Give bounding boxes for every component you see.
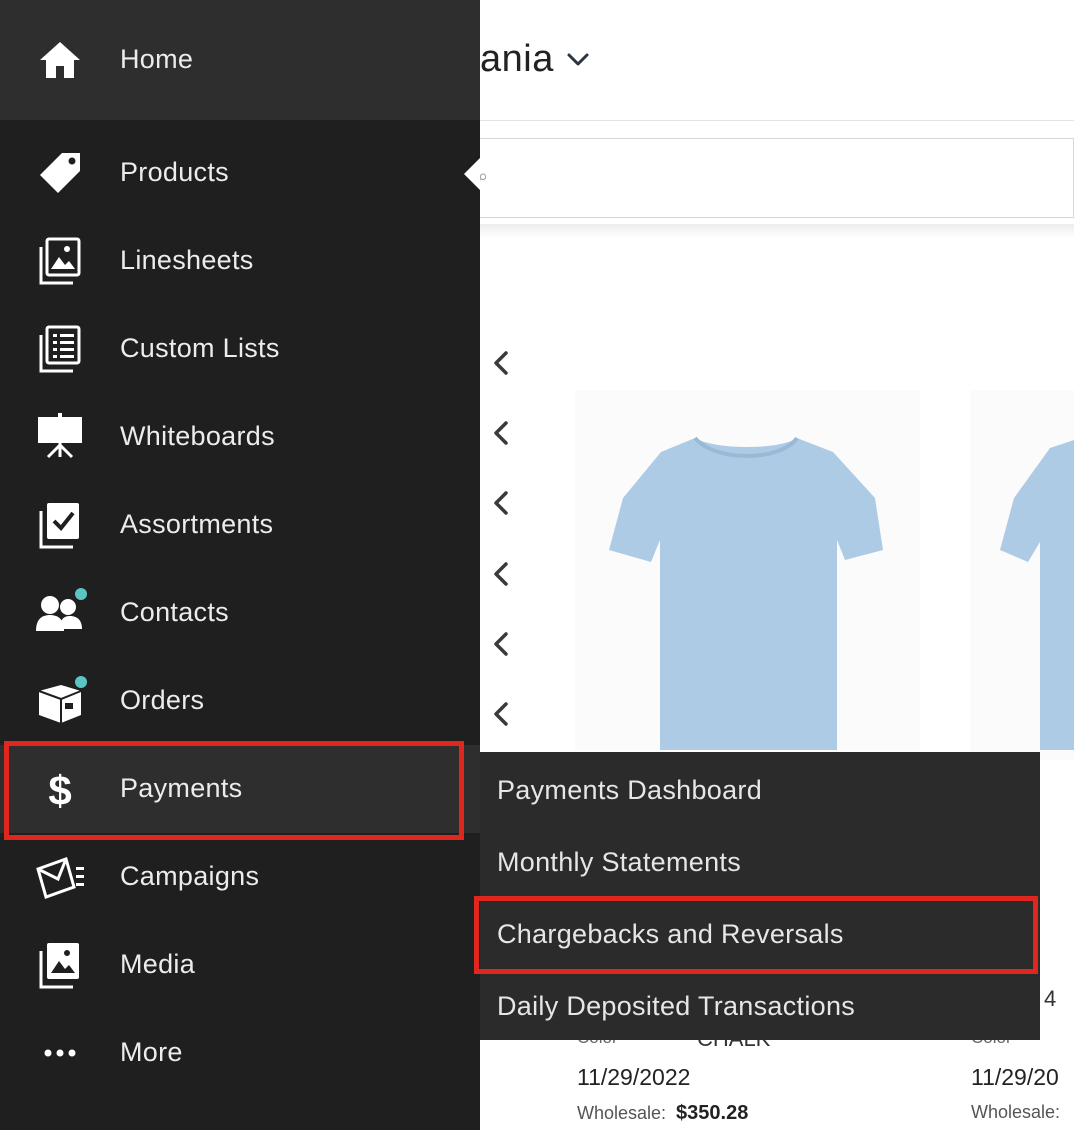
whiteboard-icon (34, 411, 86, 463)
submenu-item-monthly-statements[interactable]: Monthly Statements (480, 826, 1040, 898)
submenu-item-daily-deposited-transactions[interactable]: Daily Deposited Transactions (480, 970, 1040, 1042)
active-caret (464, 158, 480, 190)
product-number: 4 (1044, 986, 1057, 1011)
sidebar-item-label: Products (120, 157, 229, 187)
more-icon (34, 1027, 86, 1079)
highlight-box-chargebacks (474, 896, 1038, 974)
chevron-left-icon[interactable] (490, 631, 512, 657)
header-divider (480, 120, 1074, 121)
sidebar-item-whiteboards[interactable]: Whiteboards (0, 393, 480, 481)
sidebar-item-media[interactable]: Media (0, 921, 480, 1009)
sidebar-item-label: Contacts (120, 597, 229, 627)
wholesale-label: Wholesale: (577, 1103, 667, 1123)
chevron-left-icon[interactable] (490, 350, 512, 376)
sidebar-item-label: Media (120, 949, 196, 979)
page-title: ania (480, 38, 554, 80)
search-bar[interactable] (480, 138, 1074, 218)
sidebar-item-products[interactable]: Products (0, 129, 480, 217)
product-date: 11/29/2022 (577, 1064, 691, 1090)
media-icon (34, 939, 86, 991)
assortments-icon (34, 499, 86, 551)
sidebar-item-label: Whiteboards (120, 421, 275, 451)
sidebar-item-label: Assortments (120, 509, 274, 539)
sidebar-item-label: Linesheets (120, 245, 254, 275)
campaign-icon (34, 851, 86, 903)
chevron-left-icon[interactable] (490, 490, 512, 516)
wholesale-price: $350.28 (676, 1102, 749, 1124)
product-image[interactable] (575, 390, 920, 750)
highlight-box-payments (4, 741, 464, 840)
sidebar-item-assortments[interactable]: Assortments (0, 481, 480, 569)
sidebar: Home Products Linesheets Custom Lists Wh… (0, 0, 480, 1130)
list-icon (34, 323, 86, 375)
submenu-item-label: Payments Dashboard (497, 774, 763, 805)
sidebar-item-label: More (120, 1037, 183, 1067)
submenu-item-payments-dashboard[interactable]: Payments Dashboard (480, 754, 1040, 826)
toolbar-shadow (480, 224, 1074, 238)
product-date: 11/29/20 (971, 1064, 1059, 1090)
product-image[interactable] (970, 390, 1074, 760)
sidebar-item-label: Orders (120, 685, 205, 715)
sidebar-item-campaigns[interactable]: Campaigns (0, 833, 480, 921)
sidebar-item-custom-lists[interactable]: Custom Lists (0, 305, 480, 393)
home-icon (34, 34, 86, 86)
linesheets-icon (34, 235, 86, 287)
sidebar-item-orders[interactable]: Orders (0, 657, 480, 745)
chevron-left-icon[interactable] (490, 561, 512, 587)
sidebar-item-label: Custom Lists (120, 333, 280, 363)
submenu-item-label: Monthly Statements (497, 846, 742, 877)
submenu-item-label: Daily Deposited Transactions (497, 990, 856, 1021)
chevron-left-icon[interactable] (490, 420, 512, 446)
notification-dot (75, 588, 87, 600)
sidebar-item-more[interactable]: More (0, 1009, 480, 1097)
product-wholesale: Wholesale: $350.28 (577, 1102, 748, 1125)
sidebar-item-contacts[interactable]: Contacts (0, 569, 480, 657)
notification-dot (75, 676, 87, 688)
sidebar-item-label: Home (120, 44, 194, 74)
sidebar-item-label: Campaigns (120, 861, 260, 891)
sidebar-item-linesheets[interactable]: Linesheets (0, 217, 480, 305)
product-wholesale: Wholesale: (971, 1102, 1061, 1122)
sidebar-item-home[interactable]: Home (0, 0, 480, 120)
chevron-left-icon[interactable] (490, 701, 512, 727)
chevron-down-icon[interactable] (566, 50, 590, 70)
tag-icon (34, 147, 86, 199)
